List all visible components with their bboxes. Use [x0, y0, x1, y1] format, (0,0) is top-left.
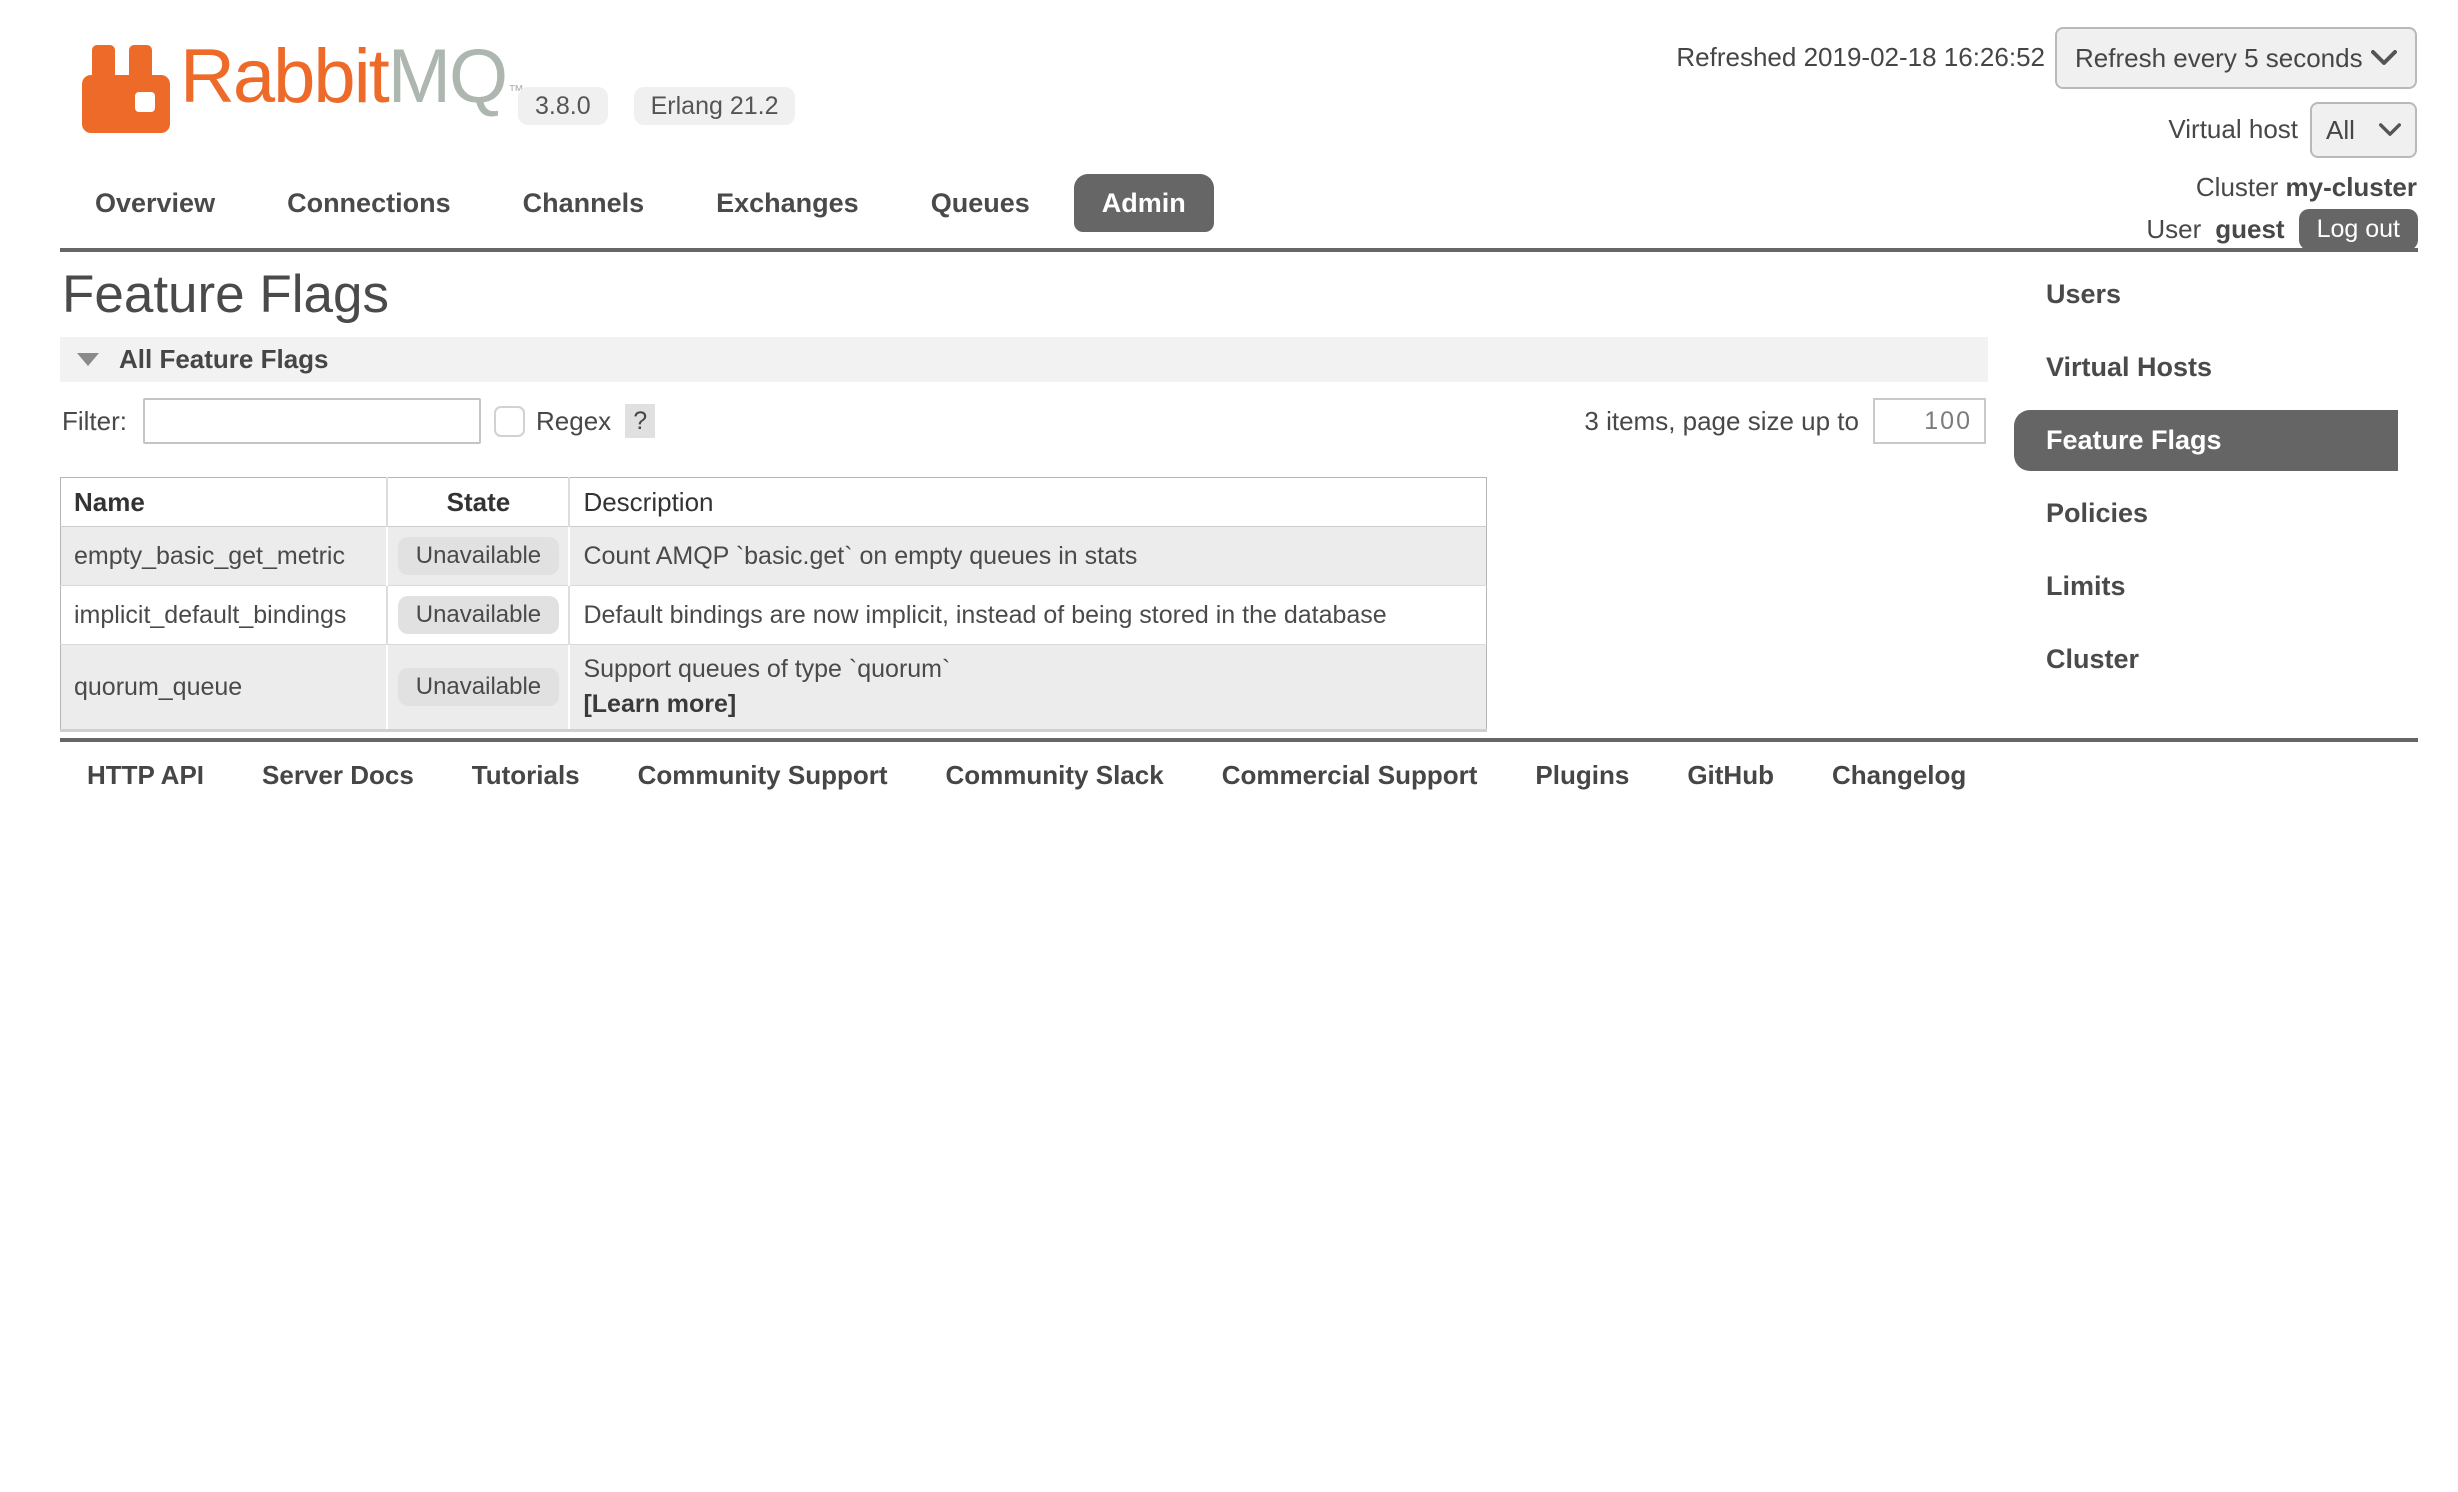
column-header-name[interactable]: Name	[61, 478, 388, 527]
erlang-version-badge: Erlang 21.2	[634, 87, 796, 125]
footer-link-github[interactable]: GitHub	[1687, 760, 1774, 791]
section-title: All Feature Flags	[119, 344, 329, 375]
footer-link-commercial-support[interactable]: Commercial Support	[1222, 760, 1478, 791]
tab-channels[interactable]: Channels	[523, 188, 645, 219]
sidebar-item-users[interactable]: Users	[2014, 264, 2458, 325]
nav-divider	[60, 248, 2418, 252]
logout-button[interactable]: Log out	[2299, 209, 2418, 250]
refresh-interval-value: Refresh every 5 seconds	[2075, 43, 2363, 74]
brand-rabbit: Rabbit	[180, 34, 388, 119]
regex-checkbox[interactable]	[494, 406, 525, 437]
footer-link-community-support[interactable]: Community Support	[638, 760, 888, 791]
tab-queues[interactable]: Queues	[931, 188, 1030, 219]
filter-label: Filter:	[62, 406, 127, 437]
rabbitmq-logo-link[interactable]: RabbitMQ™	[82, 36, 524, 133]
footer-link-http-api[interactable]: HTTP API	[87, 760, 204, 791]
filter-controls: Filter: Regex ?	[62, 398, 655, 444]
virtual-host-select[interactable]: All	[2310, 102, 2417, 158]
brand-wordmark: RabbitMQ™	[180, 36, 524, 133]
sidebar-item-limits[interactable]: Limits	[2014, 556, 2458, 617]
pagination-controls: 3 items, page size up to	[1584, 398, 1986, 444]
status-badge: Unavailable	[398, 596, 559, 634]
table-header-row: Name State Description	[61, 478, 1487, 527]
sidebar-item-cluster[interactable]: Cluster	[2014, 629, 2458, 690]
table-row: quorum_queue Unavailable Support queues …	[61, 645, 1487, 731]
feature-flags-table: Name State Description empty_basic_get_m…	[60, 477, 1487, 732]
collapse-triangle-icon	[77, 353, 99, 366]
column-header-state[interactable]: State	[387, 478, 569, 527]
footer-link-server-docs[interactable]: Server Docs	[262, 760, 414, 791]
user-name: guest	[2215, 214, 2284, 245]
chevron-down-icon	[2379, 123, 2401, 137]
user-label: User	[2146, 214, 2201, 245]
chevron-down-icon	[2371, 50, 2397, 66]
items-summary: 3 items, page size up to	[1584, 406, 1859, 437]
sidebar-item-feature-flags[interactable]: Feature Flags	[2014, 410, 2398, 471]
column-header-description: Description	[569, 478, 1486, 527]
table-row: empty_basic_get_metric Unavailable Count…	[61, 527, 1487, 586]
page-size-input[interactable]	[1873, 398, 1986, 444]
footer-link-plugins[interactable]: Plugins	[1535, 760, 1629, 791]
feature-flag-name: empty_basic_get_metric	[61, 527, 388, 586]
rabbitmq-management-page: RabbitMQ™ 3.8.0 Erlang 21.2 Refreshed 20…	[0, 0, 2458, 1492]
all-feature-flags-section-toggle[interactable]: All Feature Flags	[60, 337, 1988, 382]
cluster-label: Cluster	[2196, 172, 2278, 202]
sidebar-item-policies[interactable]: Policies	[2014, 483, 2458, 544]
regex-label: Regex	[536, 406, 611, 437]
refresh-interval-select[interactable]: Refresh every 5 seconds	[2055, 27, 2417, 89]
tab-exchanges[interactable]: Exchanges	[716, 188, 859, 219]
cluster-info: Cluster my-cluster	[2196, 172, 2417, 203]
footer-link-changelog[interactable]: Changelog	[1832, 760, 1966, 791]
learn-more-link[interactable]: [Learn more]	[583, 690, 1473, 719]
tab-admin[interactable]: Admin	[1074, 174, 1214, 232]
footer-link-tutorials[interactable]: Tutorials	[472, 760, 580, 791]
feature-flag-description: Count AMQP `basic.get` on empty queues i…	[569, 527, 1486, 586]
feature-flag-name: quorum_queue	[61, 645, 388, 731]
table-row: implicit_default_bindings Unavailable De…	[61, 586, 1487, 645]
page-title: Feature Flags	[62, 264, 389, 325]
brand-mq: MQ	[388, 34, 506, 119]
virtual-host-label: Virtual host	[2168, 114, 2298, 145]
feature-flag-name: implicit_default_bindings	[61, 586, 388, 645]
footer-link-community-slack[interactable]: Community Slack	[946, 760, 1164, 791]
admin-sidebar: Users Virtual Hosts Feature Flags Polici…	[2014, 264, 2458, 702]
main-nav: Overview Connections Channels Exchanges …	[95, 174, 1214, 232]
virtual-host-value: All	[2326, 115, 2355, 146]
cluster-name: my-cluster	[2286, 172, 2418, 202]
footer-nav: HTTP API Server Docs Tutorials Community…	[87, 760, 1966, 791]
feature-flag-description: Default bindings are now implicit, inste…	[569, 586, 1486, 645]
version-badge: 3.8.0	[518, 87, 608, 125]
tab-overview[interactable]: Overview	[95, 188, 215, 219]
rabbitmq-rabbit-icon	[82, 45, 170, 133]
tab-connections[interactable]: Connections	[287, 188, 451, 219]
footer-divider	[60, 738, 2418, 742]
feature-flag-description: Support queues of type `quorum`	[583, 655, 950, 683]
regex-help-button[interactable]: ?	[625, 404, 655, 438]
status-badge: Unavailable	[398, 668, 559, 706]
user-info: User guest Log out	[2146, 209, 2418, 250]
filter-input[interactable]	[143, 398, 481, 444]
refreshed-timestamp: Refreshed 2019-02-18 16:26:52	[1676, 42, 2045, 73]
status-badge: Unavailable	[398, 537, 559, 575]
sidebar-item-virtual-hosts[interactable]: Virtual Hosts	[2014, 337, 2458, 398]
